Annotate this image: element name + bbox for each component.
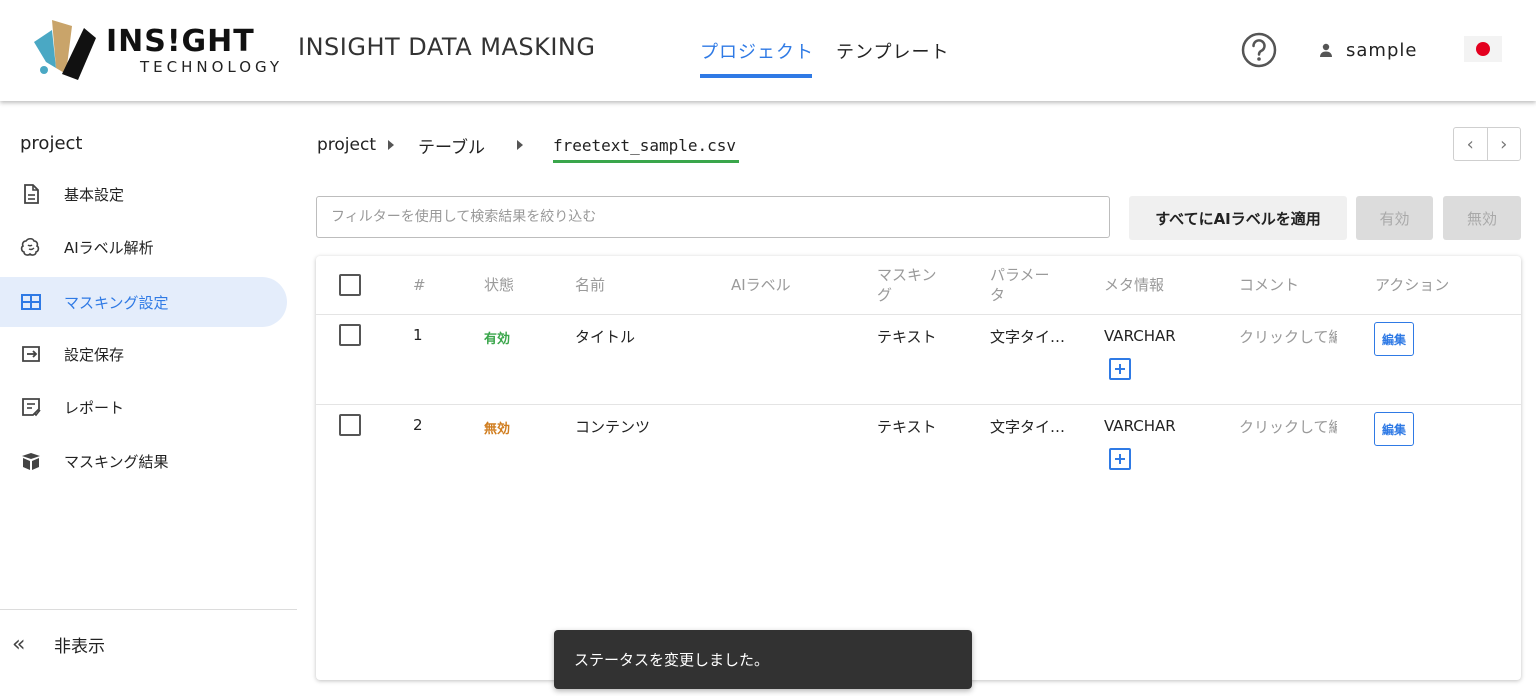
sidebar-item-basic-settings[interactable]: 基本設定 (0, 169, 287, 219)
sidebar-item-report[interactable]: レポート (0, 382, 287, 432)
logo-subtext: TECHNOLOGY (140, 58, 284, 76)
sidebar-divider (0, 609, 297, 610)
column-header-masking[interactable]: マスキン グ (877, 256, 937, 314)
row-parameter: 文字タイ… (990, 418, 1066, 436)
status-badge: 無効 (484, 422, 511, 437)
document-icon (24, 184, 39, 204)
edit-button[interactable]: 編集 (1374, 322, 1414, 356)
caret-right-icon (388, 140, 395, 150)
column-header-action[interactable]: アクション (1375, 256, 1449, 314)
sidebar-project-title: project (20, 133, 83, 154)
column-header-meta[interactable]: メタ情報 (1104, 256, 1164, 314)
nav-active-indicator (700, 74, 812, 78)
status-badge: 有効 (484, 332, 511, 347)
row-meta: VARCHAR (1104, 417, 1176, 435)
double-chevron-left-icon: « (12, 631, 26, 657)
row-masking: テキスト (877, 328, 937, 346)
column-header-name[interactable]: 名前 (575, 256, 605, 314)
row-checkbox[interactable] (339, 324, 361, 346)
row-comment[interactable]: クリックして編 (1239, 326, 1337, 347)
user-menu[interactable]: sample (1318, 37, 1417, 63)
app-title: INSIGHT DATA MASKING (298, 33, 596, 61)
caret-right-icon (517, 140, 523, 150)
person-icon (1320, 43, 1332, 57)
next-page-button[interactable]: › (1488, 128, 1521, 160)
logo-wordmark: INS!GHT (106, 24, 255, 59)
row-meta: VARCHAR (1104, 327, 1176, 345)
report-icon (22, 398, 41, 417)
header-divider (316, 314, 1521, 315)
column-header-parameter-line1: パラメー (990, 266, 1050, 284)
logo-mark-icon (34, 20, 96, 80)
breadcrumb: project テーブル freetext_sample.csv (317, 130, 740, 163)
row-name: コンテンツ (575, 418, 651, 436)
sidebar-item-ai-label-analysis[interactable]: AIラベル解析 (0, 222, 287, 272)
row-parameter: 文字タイ… (990, 328, 1066, 346)
save-export-icon (22, 346, 40, 362)
row-number: 1 (413, 326, 423, 344)
row-divider (316, 404, 1521, 405)
nav-tab-templates[interactable]: テンプレート (836, 38, 949, 64)
question-circle-icon[interactable] (1240, 31, 1278, 69)
select-all-checkbox[interactable] (339, 274, 361, 296)
insight-technology-logo[interactable]: INS!GHT TECHNOLOGY (32, 16, 279, 82)
filter-input[interactable] (316, 196, 1110, 238)
sidebar-item-save-settings[interactable]: 設定保存 (0, 329, 287, 379)
row-comment[interactable]: クリックして編 (1239, 416, 1337, 437)
user-name: sample (1346, 39, 1418, 61)
sidebar-item-masking-settings[interactable]: マスキング設定 (0, 277, 287, 327)
sidebar-item-label: レポート (64, 398, 125, 417)
table-grid-icon (21, 294, 41, 310)
pager: ‹ › (1453, 127, 1521, 161)
status-changed-toast: ステータスを変更しました。 (554, 630, 972, 689)
sidebar-hide-label: 非表示 (54, 636, 105, 657)
add-meta-icon[interactable] (1109, 358, 1131, 380)
sidebar: project 基本設定 AIラベル解析 マスキング設定 設定保存 レポート マ… (0, 101, 298, 696)
column-header-parameter[interactable]: パラメー タ (990, 256, 1050, 314)
sidebar-item-label: AIラベル解析 (64, 238, 154, 257)
sidebar-item-masking-results[interactable]: マスキング結果 (0, 436, 287, 486)
app-header: INS!GHT TECHNOLOGY INSIGHT DATA MASKING … (0, 0, 1536, 101)
enable-button[interactable]: 有効 (1356, 196, 1433, 240)
japan-flag-icon[interactable] (1464, 36, 1502, 62)
previous-page-button[interactable]: ‹ (1454, 128, 1488, 160)
brain-icon (20, 237, 40, 256)
sidebar-hide-button[interactable]: « 非表示 (0, 621, 298, 667)
column-header-status[interactable]: 状態 (484, 256, 514, 314)
nav-tab-projects[interactable]: プロジェクト (700, 38, 814, 64)
column-header-comment[interactable]: コメント (1239, 256, 1299, 314)
row-number: 2 (413, 416, 423, 434)
sidebar-item-label: マスキング結果 (64, 452, 169, 471)
add-meta-icon[interactable] (1109, 448, 1131, 470)
column-header-parameter-line2: タ (990, 286, 1006, 304)
row-checkbox[interactable] (339, 414, 361, 436)
package-icon (22, 453, 40, 470)
breadcrumb-current-file: freetext_sample.csv (553, 135, 740, 163)
column-header-number[interactable]: # (413, 256, 426, 314)
sidebar-item-label: 基本設定 (64, 185, 125, 204)
breadcrumb-project[interactable]: project (317, 135, 376, 155)
row-name: タイトル (575, 328, 636, 346)
column-header-masking-line1: マスキン (877, 266, 937, 284)
apply-ai-label-all-button[interactable]: すべてにAIラベルを適用 (1129, 196, 1347, 240)
disable-button[interactable]: 無効 (1443, 196, 1521, 240)
sidebar-item-label: 設定保存 (64, 345, 125, 364)
sidebar-item-label: マスキング設定 (64, 293, 169, 312)
row-masking: テキスト (877, 418, 937, 436)
column-header-masking-line2: グ (877, 286, 893, 304)
breadcrumb-table[interactable]: テーブル (418, 133, 485, 158)
edit-button[interactable]: 編集 (1374, 412, 1414, 446)
column-header-ai-label[interactable]: AIラベル (731, 256, 791, 314)
masking-table: # 状態 名前 AIラベル マスキン グ パラメー タ メタ情報 コメント アク… (316, 256, 1521, 680)
